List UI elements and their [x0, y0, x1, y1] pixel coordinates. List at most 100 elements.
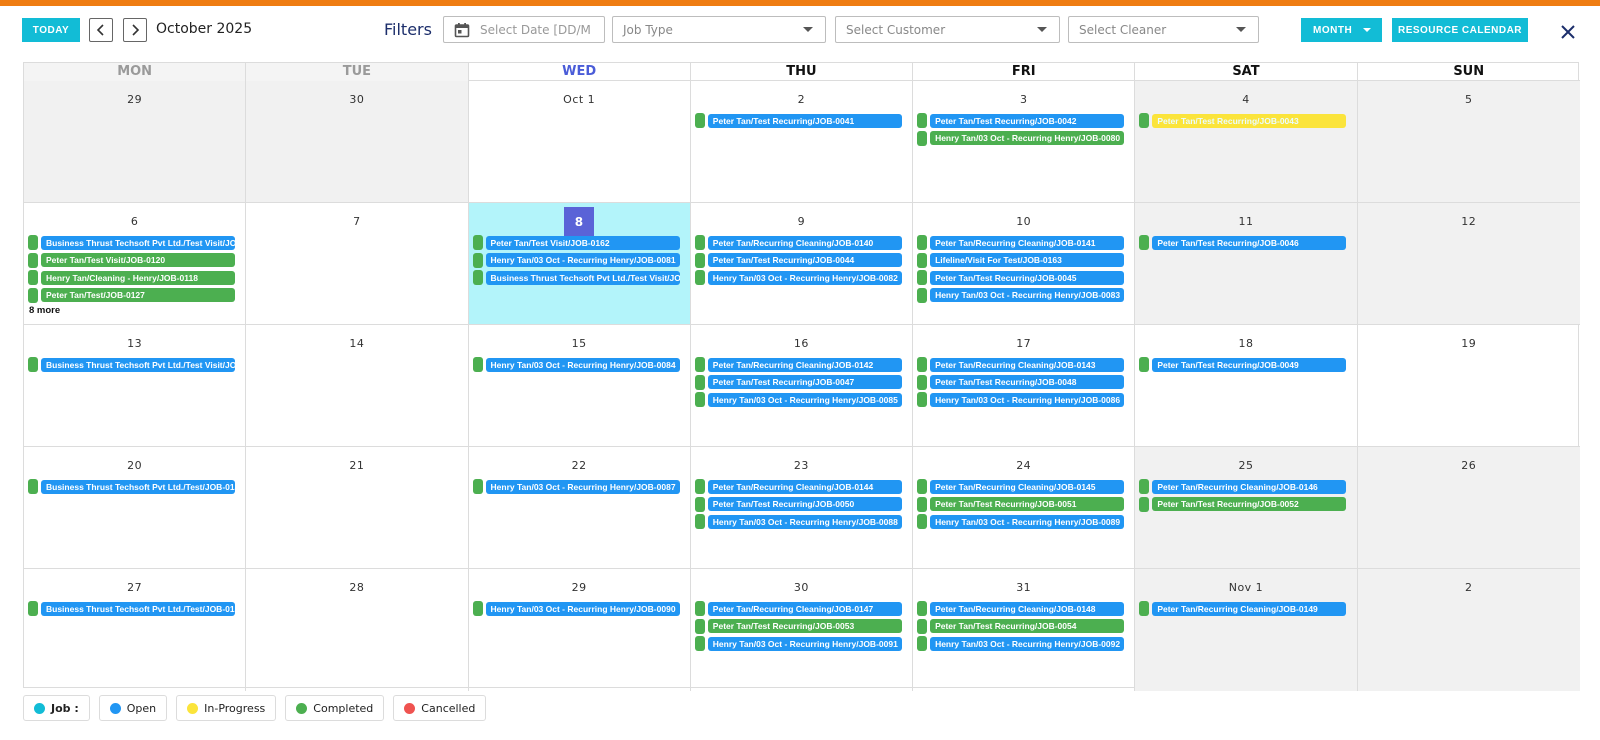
job-event[interactable]: Peter Tan/Recurring Cleaning/JOB-0145: [913, 479, 1134, 494]
day-cell[interactable]: 25 Peter Tan/Recurring Cleaning/JOB-0146 P…: [1135, 447, 1358, 568]
job-event-label[interactable]: Peter Tan/Recurring Cleaning/JOB-0143: [930, 357, 1125, 372]
day-cell[interactable]: 6 Business Thrust Techsoft Pvt Ltd./Test …: [24, 203, 247, 324]
day-number[interactable]: 2: [1465, 581, 1473, 594]
job-event-label[interactable]: Henry Tan/03 Oct - Recurring Henry/JOB-0…: [485, 357, 680, 372]
job-event-label[interactable]: Henry Tan/03 Oct - Recurring Henry/JOB-0…: [485, 253, 680, 267]
job-event[interactable]: Peter Tan/Test Recurring/JOB-0041: [691, 113, 912, 128]
job-event[interactable]: Peter Tan/Test Recurring/JOB-0048: [913, 374, 1134, 390]
day-number[interactable]: 30: [794, 581, 809, 594]
day-number[interactable]: 29: [572, 581, 587, 594]
job-event-label[interactable]: Peter Tan/Test Recurring/JOB-0049: [1152, 357, 1347, 372]
day-number[interactable]: 23: [794, 459, 809, 472]
job-event-label[interactable]: Peter Tan/Test Recurring/JOB-0042: [930, 113, 1125, 128]
day-cell-today[interactable]: 8 Peter Tan/Test Visit/JOB-0162 Henry Tan/…: [468, 203, 691, 324]
job-event-label[interactable]: Peter Tan/Test Recurring/JOB-0054: [930, 619, 1125, 633]
day-number[interactable]: 28: [349, 581, 364, 594]
job-event[interactable]: Henry Tan/03 Oct - Recurring Henry/JOB-0…: [913, 636, 1134, 651]
day-number[interactable]: 19: [1461, 337, 1476, 350]
job-event-label[interactable]: Henry Tan/03 Oct - Recurring Henry/JOB-0…: [930, 131, 1125, 145]
job-event[interactable]: Peter Tan/Test Visit/JOB-0120: [24, 252, 245, 268]
day-cell[interactable]: 26: [1357, 447, 1580, 568]
view-mode-dropdown[interactable]: MONTH: [1301, 18, 1382, 42]
job-event[interactable]: Peter Tan/Recurring Cleaning/JOB-0144: [691, 479, 912, 494]
job-event[interactable]: Business Thrust Techsoft Pvt Ltd./Test/J…: [24, 479, 245, 494]
day-cell[interactable]: 19: [1358, 325, 1580, 446]
job-event-label[interactable]: Business Thrust Techsoft Pvt Ltd./Test/J…: [41, 479, 235, 494]
job-event[interactable]: Business Thrust Techsoft Pvt Ltd./Test V…: [24, 357, 245, 372]
job-event[interactable]: Peter Tan/Recurring Cleaning/JOB-0143: [913, 357, 1134, 372]
job-event[interactable]: Lifeline/Visit For Test/JOB-0163: [913, 252, 1134, 268]
job-event[interactable]: Peter Tan/Test Recurring/JOB-0053: [691, 618, 912, 634]
day-cell[interactable]: 30: [246, 81, 469, 202]
day-number[interactable]: 6: [131, 215, 139, 228]
job-event[interactable]: Henry Tan/Cleaning - Henry/JOB-0118: [24, 270, 245, 285]
day-number[interactable]: 22: [572, 459, 587, 472]
day-number[interactable]: 10: [1016, 215, 1031, 228]
job-event-label[interactable]: Peter Tan/Test Recurring/JOB-0043: [1152, 113, 1347, 128]
job-event-label[interactable]: Henry Tan/03 Oct - Recurring Henry/JOB-0…: [707, 392, 902, 407]
day-cell[interactable]: 22 Henry Tan/03 Oct - Recurring Henry/JOB…: [469, 447, 691, 568]
day-number[interactable]: 18: [1238, 337, 1253, 350]
day-number[interactable]: 26: [1461, 459, 1476, 472]
job-event-label[interactable]: Peter Tan/Test Visit/JOB-0162: [485, 235, 680, 250]
day-cell[interactable]: 29 Henry Tan/03 Oct - Recurring Henry/JOB…: [469, 569, 691, 691]
day-cell[interactable]: 15 Henry Tan/03 Oct - Recurring Henry/JOB…: [469, 325, 691, 446]
job-event-label[interactable]: Henry Tan/03 Oct - Recurring Henry/JOB-0…: [930, 288, 1125, 302]
job-event-label[interactable]: Peter Tan/Recurring Cleaning/JOB-0144: [707, 479, 902, 494]
day-number[interactable]: 20: [127, 459, 142, 472]
job-event-label[interactable]: Henry Tan/03 Oct - Recurring Henry/JOB-0…: [707, 514, 902, 529]
next-month-button[interactable]: [123, 18, 147, 42]
job-event[interactable]: Peter Tan/Test Recurring/JOB-0050: [691, 496, 912, 512]
day-cell[interactable]: 4 Peter Tan/Test Recurring/JOB-0043: [1135, 81, 1358, 202]
day-cell[interactable]: 23 Peter Tan/Recurring Cleaning/JOB-0144 P…: [691, 447, 914, 568]
job-event-label[interactable]: Peter Tan/Test Recurring/JOB-0051: [930, 497, 1125, 511]
job-event-label[interactable]: Peter Tan/Test Recurring/JOB-0052: [1152, 497, 1347, 511]
day-number[interactable]: 17: [1016, 337, 1031, 350]
job-event[interactable]: Business Thrust Techsoft Pvt Ltd./Test V…: [24, 235, 245, 250]
day-number[interactable]: 5: [1465, 93, 1473, 106]
day-number[interactable]: 14: [349, 337, 364, 350]
day-number[interactable]: 13: [127, 337, 142, 350]
more-events-link[interactable]: 8 more: [24, 305, 245, 316]
date-filter[interactable]: [443, 16, 605, 43]
day-number[interactable]: 29: [127, 93, 142, 106]
job-event-label[interactable]: Peter Tan/Recurring Cleaning/JOB-0140: [707, 235, 902, 250]
day-cell[interactable]: 2 Peter Tan/Test Recurring/JOB-0041: [691, 81, 914, 202]
job-event[interactable]: Peter Tan/Recurring Cleaning/JOB-0140: [691, 235, 912, 250]
job-event[interactable]: Peter Tan/Test Recurring/JOB-0044: [691, 252, 912, 268]
job-event-label[interactable]: Henry Tan/03 Oct - Recurring Henry/JOB-0…: [485, 601, 680, 616]
day-cell[interactable]: 24 Peter Tan/Recurring Cleaning/JOB-0145 P…: [913, 447, 1136, 568]
day-number[interactable]: 31: [1016, 581, 1031, 594]
day-number[interactable]: 12: [1461, 215, 1476, 228]
resource-calendar-button[interactable]: RESOURCE CALENDAR: [1392, 18, 1528, 42]
job-event[interactable]: Peter Tan/Test Recurring/JOB-0049: [1135, 357, 1356, 372]
day-cell[interactable]: 3 Peter Tan/Test Recurring/JOB-0042 Henry …: [913, 81, 1136, 202]
job-event-label[interactable]: Peter Tan/Recurring Cleaning/JOB-0145: [930, 479, 1125, 494]
day-cell[interactable]: Nov 1 Peter Tan/Recurring Cleaning/JOB-01…: [1135, 569, 1358, 691]
job-event-label[interactable]: Peter Tan/Recurring Cleaning/JOB-0148: [930, 601, 1125, 616]
day-cell[interactable]: 16 Peter Tan/Recurring Cleaning/JOB-0142 P…: [691, 325, 914, 446]
day-cell[interactable]: 27 Business Thrust Techsoft Pvt Ltd./Test…: [24, 569, 247, 691]
job-event-label[interactable]: Henry Tan/03 Oct - Recurring Henry/JOB-0…: [930, 392, 1125, 407]
job-event[interactable]: Henry Tan/03 Oct - Recurring Henry/JOB-0…: [913, 130, 1134, 146]
job-event[interactable]: Peter Tan/Recurring Cleaning/JOB-0149: [1135, 601, 1356, 616]
job-event[interactable]: Henry Tan/03 Oct - Recurring Henry/JOB-0…: [469, 479, 690, 494]
job-event-label[interactable]: Peter Tan/Recurring Cleaning/JOB-0142: [707, 357, 902, 372]
job-event[interactable]: Henry Tan/03 Oct - Recurring Henry/JOB-0…: [913, 287, 1134, 303]
job-event[interactable]: Peter Tan/Test Recurring/JOB-0052: [1135, 496, 1356, 512]
job-event-label[interactable]: Peter Tan/Test Recurring/JOB-0044: [707, 253, 902, 267]
job-event-label[interactable]: Peter Tan/Test/JOB-0127: [41, 288, 235, 302]
job-event[interactable]: Business Thrust Techsoft Pvt Ltd./Test V…: [469, 270, 690, 285]
job-type-select[interactable]: Job Type: [612, 16, 826, 43]
day-number[interactable]: Oct 1: [563, 93, 595, 106]
day-cell[interactable]: 5: [1357, 81, 1580, 202]
job-event-label[interactable]: Business Thrust Techsoft Pvt Ltd./Test V…: [41, 357, 235, 372]
previous-month-button[interactable]: [89, 18, 113, 42]
job-event-label[interactable]: Henry Tan/03 Oct - Recurring Henry/JOB-0…: [930, 514, 1125, 529]
day-cell[interactable]: 20 Business Thrust Techsoft Pvt Ltd./Test…: [24, 447, 247, 568]
day-cell[interactable]: 21: [246, 447, 469, 568]
job-event[interactable]: Peter Tan/Test Recurring/JOB-0042: [913, 113, 1134, 128]
cleaner-select[interactable]: Select Cleaner: [1068, 16, 1259, 43]
job-event[interactable]: Peter Tan/Test Recurring/JOB-0051: [913, 496, 1134, 512]
job-event[interactable]: Peter Tan/Test Recurring/JOB-0043: [1135, 113, 1356, 128]
